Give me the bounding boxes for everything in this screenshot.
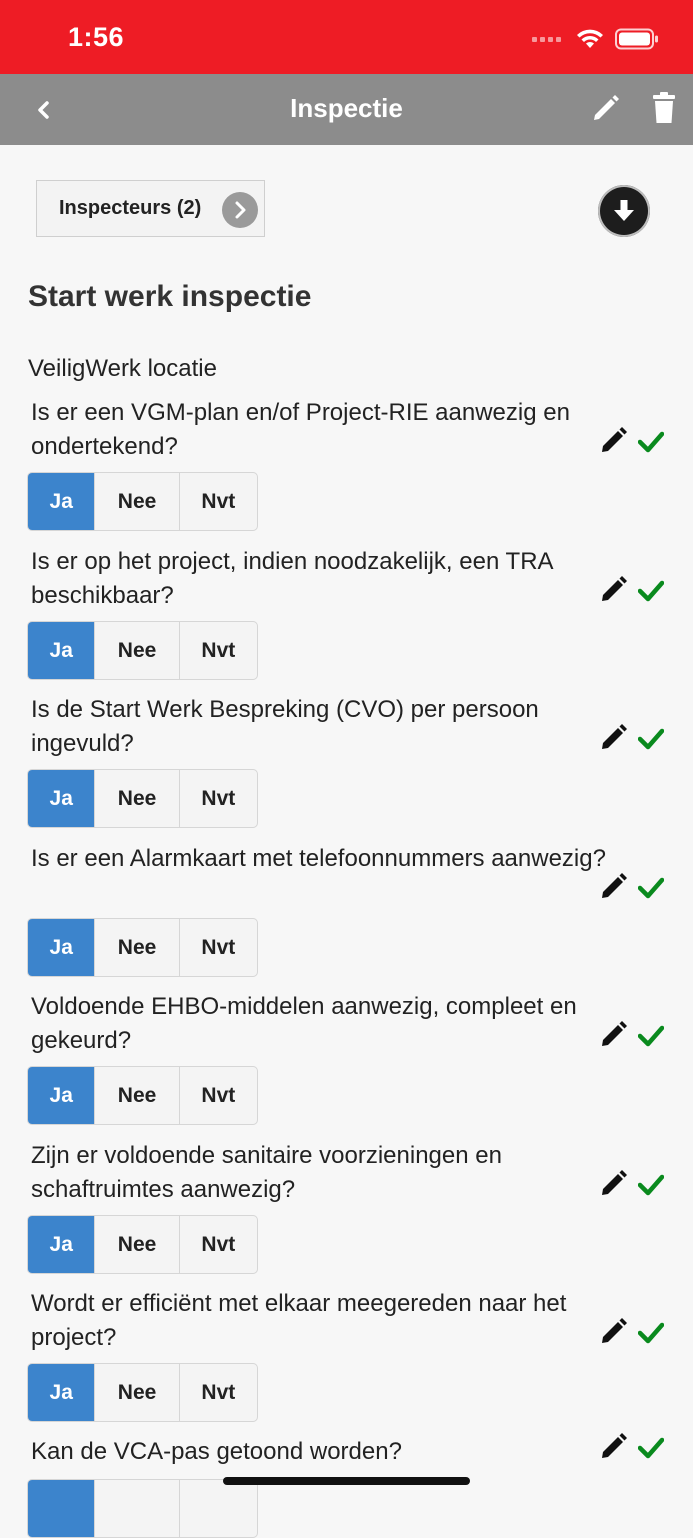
answer-selector: Ja Nee Nvt bbox=[27, 1066, 258, 1125]
answer-selector: Ja Nee Nvt bbox=[27, 621, 258, 680]
answer-ja-button[interactable]: Ja bbox=[28, 1067, 95, 1124]
signal-icon bbox=[532, 36, 561, 42]
answer-nvt-button[interactable]: Nvt bbox=[178, 1067, 257, 1124]
check-icon bbox=[638, 1025, 664, 1047]
pencil-icon[interactable] bbox=[600, 424, 630, 454]
pencil-icon[interactable] bbox=[600, 573, 630, 603]
answer-ja-button[interactable]: Ja bbox=[28, 1364, 95, 1421]
answer-ja-button[interactable]: Ja bbox=[28, 919, 95, 976]
answer-selector: Ja Nee Nvt bbox=[27, 1215, 258, 1274]
question-text: Is er op het project, indien noodzakelij… bbox=[31, 548, 553, 609]
download-button[interactable] bbox=[598, 185, 650, 237]
status-indicators bbox=[532, 26, 659, 52]
answer-nee-button[interactable]: Nee bbox=[94, 770, 178, 827]
status-bar: 1:56 bbox=[0, 0, 693, 74]
home-indicator bbox=[223, 1477, 470, 1485]
status-time: 1:56 bbox=[68, 22, 125, 52]
answer-nvt-button[interactable]: Nvt bbox=[178, 1364, 257, 1421]
check-icon bbox=[638, 877, 664, 899]
question-text: Is de Start Werk Bespreking (CVO) per pe… bbox=[31, 696, 539, 757]
pencil-icon[interactable] bbox=[600, 1315, 630, 1345]
section-subtitle: VeiligWerk locatie bbox=[28, 355, 217, 382]
pencil-icon[interactable] bbox=[600, 1430, 630, 1460]
answer-nee-button[interactable]: Nee bbox=[94, 919, 178, 976]
answer-ja-button[interactable]: Ja bbox=[28, 770, 95, 827]
answer-selector bbox=[27, 1479, 258, 1538]
trash-icon[interactable] bbox=[648, 91, 680, 125]
check-icon bbox=[638, 728, 664, 750]
nav-bar: Inspectie bbox=[0, 74, 693, 145]
check-icon bbox=[638, 1174, 664, 1196]
answer-nee-button[interactable]: Nee bbox=[94, 1216, 178, 1273]
answer-selector: Ja Nee Nvt bbox=[27, 918, 258, 977]
question-text: Wordt er efficiënt met elkaar meegereden… bbox=[31, 1290, 567, 1351]
check-icon bbox=[638, 580, 664, 602]
answer-selector: Ja Nee Nvt bbox=[27, 472, 258, 531]
chevron-right-icon bbox=[222, 192, 258, 228]
answer-selector: Ja Nee Nvt bbox=[27, 1363, 258, 1422]
question-text: Is er een VGM-plan en/of Project-RIE aan… bbox=[31, 399, 570, 460]
answer-nvt-button[interactable]: Nvt bbox=[178, 770, 257, 827]
check-icon bbox=[638, 1322, 664, 1344]
wifi-icon bbox=[577, 29, 603, 48]
battery-icon bbox=[615, 28, 658, 50]
answer-ja-button[interactable] bbox=[28, 1480, 95, 1537]
answer-nee-button[interactable]: Nee bbox=[94, 473, 178, 530]
question-text: Kan de VCA-pas getoond worden? bbox=[31, 1438, 402, 1465]
pencil-icon[interactable] bbox=[590, 92, 622, 124]
question-text: Is er een Alarmkaart met telefoonnummers… bbox=[31, 845, 606, 872]
inspectors-button[interactable]: Inspecteurs (2) bbox=[36, 180, 265, 237]
question-text: Zijn er voldoende sanitaire voorzieninge… bbox=[31, 1142, 502, 1203]
pencil-icon[interactable] bbox=[600, 1167, 630, 1197]
pencil-icon[interactable] bbox=[600, 1018, 630, 1048]
answer-nee-button[interactable]: Nee bbox=[94, 1067, 178, 1124]
answer-nvt-button[interactable]: Nvt bbox=[178, 919, 257, 976]
check-icon bbox=[638, 1437, 664, 1459]
pencil-icon[interactable] bbox=[600, 870, 630, 900]
question-text: Voldoende EHBO-middelen aanwezig, comple… bbox=[31, 993, 577, 1054]
answer-ja-button[interactable]: Ja bbox=[28, 1216, 95, 1273]
answer-nvt-button[interactable]: Nvt bbox=[178, 473, 257, 530]
answer-selector: Ja Nee Nvt bbox=[27, 769, 258, 828]
section-title: Start werk inspectie bbox=[28, 280, 312, 313]
answer-nee-button[interactable]: Nee bbox=[94, 622, 178, 679]
answer-nee-button[interactable]: Nee bbox=[94, 1364, 178, 1421]
answer-nvt-button[interactable]: Nvt bbox=[178, 622, 257, 679]
answer-nvt-button[interactable]: Nvt bbox=[178, 1216, 257, 1273]
pencil-icon[interactable] bbox=[600, 721, 630, 751]
answer-ja-button[interactable]: Ja bbox=[28, 622, 95, 679]
download-icon bbox=[614, 200, 634, 221]
answer-ja-button[interactable]: Ja bbox=[28, 473, 95, 530]
check-icon bbox=[638, 431, 664, 453]
answer-nee-button[interactable] bbox=[94, 1480, 178, 1537]
inspectors-label: Inspecteurs (2) bbox=[59, 197, 202, 219]
answer-nvt-button[interactable] bbox=[178, 1480, 257, 1537]
